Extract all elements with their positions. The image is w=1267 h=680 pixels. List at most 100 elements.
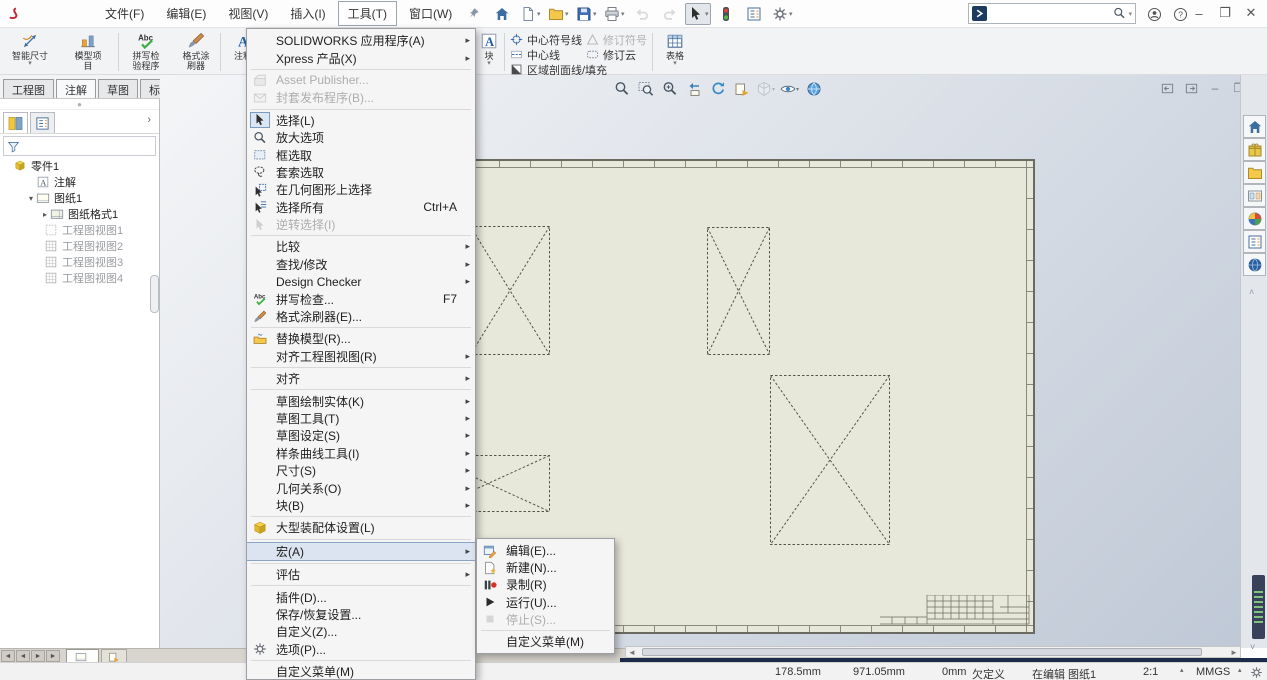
settings-button[interactable]: ▾ — [769, 3, 795, 25]
home-button[interactable] — [489, 3, 515, 25]
dropdown-caret-icon[interactable]: ▾ — [621, 10, 625, 18]
previous-document-icon[interactable] — [1158, 80, 1176, 96]
hide-show-items-button[interactable]: ▾ — [780, 80, 799, 98]
menu-item-保存/恢复设置...[interactable]: 保存/恢复设置... — [247, 606, 475, 623]
dropdown-caret-icon[interactable]: ▾ — [772, 86, 775, 93]
login-button[interactable] — [1142, 3, 1166, 25]
sheet-tab-active[interactable] — [66, 649, 99, 663]
menu-item-框选取[interactable]: 框选取 — [247, 146, 475, 163]
tree-item-零件1[interactable]: 零件1 — [0, 158, 159, 174]
tree-expander-icon[interactable]: ▸ — [40, 210, 50, 219]
cmd-修订云-button[interactable]: 修订云 — [586, 47, 636, 62]
menu-item-样条曲线工具(I)[interactable]: 样条曲线工具(I) ▸ — [247, 445, 475, 462]
taskpane-home-button[interactable] — [1243, 115, 1266, 138]
scroll-left-icon[interactable]: ◄ — [626, 648, 638, 657]
dropdown-caret-icon[interactable]: ▾ — [487, 61, 491, 67]
menubar-item[interactable]: 文件(F) — [95, 1, 154, 26]
previous-view-button[interactable] — [684, 80, 703, 98]
redo-button[interactable] — [657, 3, 683, 25]
pin-menu-icon[interactable] — [467, 7, 480, 20]
sheet-nav-button[interactable]: ◄ — [1, 650, 15, 662]
tree-expander-icon[interactable]: ▾ — [26, 194, 36, 203]
menu-item-拼写检查...[interactable]: Abc 拼写检查... F7 — [247, 290, 475, 307]
dropdown-caret-icon[interactable]: ▾ — [796, 86, 799, 93]
minimize-button[interactable]: – — [1186, 0, 1212, 26]
menu-item-套索选取[interactable]: 套索选取 — [247, 164, 475, 181]
menu-item-块(B)[interactable]: 块(B) ▸ — [247, 497, 475, 514]
menu-item-评估[interactable]: 评估 ▸ — [247, 566, 475, 583]
dropdown-caret-icon[interactable]: ▾ — [565, 10, 569, 18]
menu-item-对齐工程图视图(R)[interactable]: 对齐工程图视图(R) ▸ — [247, 348, 475, 365]
tree-item-工程图视图1[interactable]: 工程图视图1 — [0, 222, 159, 238]
cmd-格式涂刷器-button[interactable]: 格式涂 刷器 — [172, 30, 220, 74]
panel-grip[interactable]: ● — [0, 99, 159, 110]
menu-item-自定义(Z)...[interactable]: 自定义(Z)... — [247, 623, 475, 640]
menu-item-选择所有[interactable]: 选择所有 Ctrl+A — [247, 199, 475, 216]
close-button[interactable]: ✕ — [1238, 0, 1264, 26]
property-tab[interactable] — [30, 112, 55, 133]
tree-item-注解[interactable]: A 注解 — [0, 174, 159, 190]
undo-button[interactable] — [629, 3, 655, 25]
menu-item-运行(U)...[interactable]: 运行(U)... — [477, 594, 614, 611]
drawing-view-placeholder[interactable] — [770, 375, 890, 545]
drawing-view-placeholder[interactable] — [470, 226, 550, 355]
horizontal-scrollbar[interactable]: ◄ ► — [625, 646, 1241, 658]
menu-item-格式涂刷器(E)...[interactable]: 格式涂刷器(E)... — [247, 308, 475, 325]
cmd-模型项目-button[interactable]: 模型项 目 — [62, 30, 114, 74]
print-button[interactable]: ▾ — [601, 3, 627, 25]
tree-item-工程图视图3[interactable]: 工程图视图3 — [0, 254, 159, 270]
status-caret-icon[interactable]: ▴ — [1180, 666, 1184, 674]
menu-item-尺寸(S)[interactable]: 尺寸(S) ▸ — [247, 462, 475, 479]
menu-item-插件(D)...[interactable]: 插件(D)... — [247, 588, 475, 605]
menu-item-草图工具(T)[interactable]: 草图工具(T) ▸ — [247, 410, 475, 427]
taskpane-file-explorer-button[interactable] — [1243, 161, 1266, 184]
cmd-table-button[interactable]: 表格▾ — [658, 30, 692, 74]
hscroll-thumb[interactable] — [642, 648, 1202, 656]
ribbon-tab-草图[interactable]: 草图 — [98, 79, 138, 98]
ribbon-tab-工程图[interactable]: 工程图 — [3, 79, 54, 98]
menu-item-放大选项[interactable]: 放大选项 — [247, 129, 475, 146]
cmd-中心线-button[interactable]: 中心线 — [510, 47, 560, 62]
menu-item-自定义菜单(M)[interactable]: 自定义菜单(M) — [477, 633, 614, 650]
hscroll-track[interactable] — [638, 647, 1228, 657]
view-settings-button[interactable] — [804, 80, 823, 98]
menu-item-新建(N)...[interactable]: 新建(N)... — [477, 559, 614, 576]
dropdown-caret-icon[interactable]: ▾ — [789, 10, 793, 18]
open-button[interactable]: ▾ — [545, 3, 571, 25]
panel-splitter-handle[interactable] — [150, 275, 159, 313]
dropdown-caret-icon[interactable]: ▾ — [28, 61, 32, 67]
taskpane-collapse-icon[interactable]: ˄ — [1249, 287, 1254, 297]
drawing-view-placeholder[interactable] — [707, 227, 770, 355]
zoom-area-button[interactable] — [636, 80, 655, 98]
menu-item-大型装配体设置(L)[interactable]: 大型装配体设置(L) — [247, 519, 475, 536]
search-command-box[interactable]: ▾ — [968, 3, 1136, 24]
scroll-right-icon[interactable]: ► — [1228, 648, 1240, 657]
save-button[interactable]: ▾ — [573, 3, 599, 25]
add-sheet-tab[interactable] — [101, 649, 127, 663]
menu-item-几何关系(O)[interactable]: 几何关系(O) ▸ — [247, 479, 475, 496]
menu-item-SOLIDWORKS 应用程序(A)[interactable]: SOLIDWORKS 应用程序(A) ▸ — [247, 32, 475, 49]
status-quick-tips-icon[interactable] — [1250, 666, 1263, 679]
menubar-item[interactable]: 窗口(W) — [399, 1, 462, 26]
menu-item-Design Checker[interactable]: Design Checker ▸ — [247, 273, 475, 290]
zoom-fit-button[interactable] — [612, 80, 631, 98]
menubar-item[interactable]: 编辑(E) — [156, 1, 216, 26]
select-button[interactable]: ▾ — [685, 3, 711, 25]
menu-item-自定义菜单(M)[interactable]: 自定义菜单(M) — [247, 663, 475, 680]
new-sheet-button[interactable] — [732, 80, 751, 98]
menu-item-草图设定(S)[interactable]: 草图设定(S) ▸ — [247, 427, 475, 444]
cmd-中心符号线-button[interactable]: 中心符号线 — [510, 32, 582, 47]
menu-item-编辑(E)...[interactable]: 编辑(E)... — [477, 542, 614, 559]
new-document-button[interactable]: ▾ — [517, 3, 543, 25]
rotate-view-button[interactable] — [708, 80, 727, 98]
menu-item-Xpress 产品(X)[interactable]: Xpress 产品(X) ▸ — [247, 49, 475, 66]
sheet-nav-button[interactable]: ► — [46, 650, 60, 662]
selection-filter-button[interactable] — [713, 3, 739, 25]
taskpane-appearances-button[interactable] — [1243, 207, 1266, 230]
ribbon-tab-注解[interactable]: 注解 — [56, 79, 96, 98]
cmd-块-button[interactable]: A块▾ — [477, 30, 501, 74]
menu-item-宏(A)[interactable]: 宏(A) ▸ — [247, 542, 475, 561]
dropdown-caret-icon[interactable]: ▾ — [593, 10, 597, 18]
menu-item-对齐[interactable]: 对齐 ▸ — [247, 370, 475, 387]
menubar-item[interactable]: 插入(I) — [280, 1, 335, 26]
